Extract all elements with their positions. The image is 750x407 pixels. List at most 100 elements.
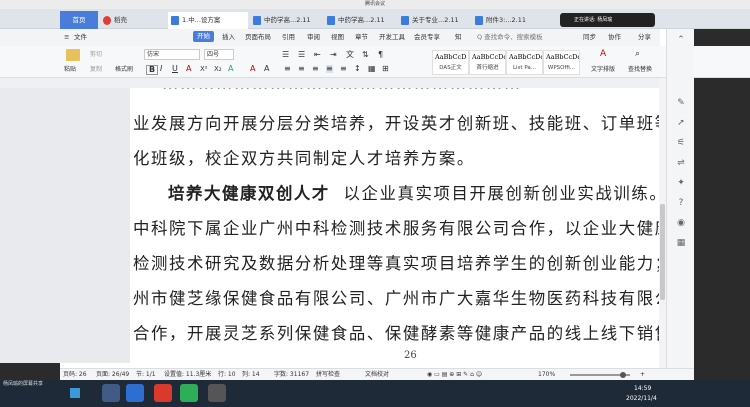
meeting-title-bar: 腾讯会议 [0, 0, 750, 9]
doc-check-button[interactable]: 文档校对 [365, 371, 389, 379]
find-replace-button[interactable]: 查找替换 [628, 66, 652, 74]
format-painter-button[interactable]: 格式刷 [115, 66, 133, 74]
doc-line: 州市健芝缘保健食品有限公司、广州市广大嘉华生物医药科技有限公 [133, 289, 659, 308]
grid-icon[interactable]: ▦ [674, 236, 688, 250]
align-right-icon[interactable]: ≡ [312, 65, 319, 73]
bullet-list-icon[interactable]: ☰ [282, 51, 289, 59]
windows-start-icon[interactable] [70, 388, 80, 398]
paste-button[interactable]: 粘贴 [64, 66, 76, 74]
tab-home[interactable]: 首页 [60, 11, 98, 29]
clock-date: 2022/11/4 [626, 395, 657, 402]
taskbar-app-icon[interactable] [102, 384, 120, 402]
share-icon[interactable]: ✦ [674, 176, 688, 190]
style-list-paragraph[interactable]: AaBbCcDd List Pa... [506, 50, 543, 75]
tab-doc-4[interactable]: 关于专业...2.11 [398, 12, 470, 29]
sync-button[interactable]: 同步 [583, 32, 596, 43]
tab-document-active[interactable]: 1.中...设方案 [168, 12, 248, 29]
copy-button[interactable]: 复制 [90, 66, 102, 74]
doc-line-with-heading: 培养大健康双创人才 以企业真实项目开展创新创业实战训练。如 [168, 180, 659, 204]
paste-icon[interactable] [66, 49, 80, 61]
hamburger-icon[interactable]: ≡ [64, 32, 69, 43]
status-pages[interactable]: 页面: 26/49 [96, 371, 129, 379]
tab-doc-2[interactable]: 中药学高...2.11 [250, 12, 322, 29]
tab-doc-3[interactable]: 中药学高...2.11 [324, 12, 396, 29]
tab-insert[interactable]: 插入 [222, 32, 235, 43]
status-page-num: 页码: 26 [63, 371, 87, 378]
tab-developer[interactable]: 开发工具 [379, 32, 405, 43]
border-icon[interactable]: ⊞ [382, 65, 389, 73]
underline-button[interactable]: U [172, 65, 178, 73]
settings-slider-icon[interactable]: ⚟ [674, 136, 688, 150]
taskbar-meeting-icon[interactable] [126, 384, 144, 402]
text-color-icon[interactable]: A [250, 65, 255, 73]
adjust-icon[interactable]: ⇌ [674, 156, 688, 170]
tab-doc-4-label: 关于专业...2.11 [412, 16, 459, 24]
cursor-icon[interactable]: ➚ [674, 116, 688, 130]
collab-button[interactable]: 协作 [608, 32, 621, 43]
shading-icon[interactable]: ▦ [368, 65, 376, 73]
tab-daoke[interactable]: 稻壳 [100, 12, 165, 29]
status-word-count[interactable]: 字数: 31167 [274, 371, 309, 379]
align-center-icon[interactable]: ≡ [298, 65, 305, 73]
font-size-select[interactable]: 四号 [204, 49, 234, 60]
writer-doc-icon [253, 16, 261, 25]
style-name: WPSOffi... [547, 65, 576, 71]
text-layout-button[interactable]: 文字排版 [591, 66, 615, 74]
highlight-icon[interactable]: A [228, 65, 233, 73]
pen-icon[interactable]: ✎ [674, 96, 688, 110]
font-name-select[interactable]: 仿宋 [144, 49, 200, 60]
style-wps-office[interactable]: AaBbCcDd WPSOffi... [543, 50, 580, 75]
style-sample: AaBbCcDd [472, 53, 505, 61]
collapse-icon[interactable]: ⌃ [674, 33, 688, 47]
tab-doc-5[interactable]: 附件3:...2.11 [472, 12, 544, 29]
indent-decrease-icon[interactable]: ⇤ [314, 51, 321, 59]
taskbar-settings-icon[interactable] [208, 384, 226, 402]
taskbar-wechat-icon[interactable] [180, 384, 198, 402]
tab-review[interactable]: 审阅 [307, 32, 320, 43]
spell-check-button[interactable]: 拼写检查 [316, 371, 340, 379]
indent-increase-icon[interactable]: ⇥ [330, 51, 337, 59]
style-name: DAS正文 [439, 65, 462, 71]
zoom-in-icon[interactable]: + [640, 371, 645, 379]
sort-icon[interactable]: ⇅ [362, 51, 369, 59]
tab-home-ribbon[interactable]: 开始 [193, 31, 214, 42]
style-das-body[interactable]: AaBbCcD DAS正文 [432, 50, 469, 75]
tab-chapter[interactable]: 章节 [355, 32, 368, 43]
tab-page-layout[interactable]: 页面布局 [245, 32, 271, 43]
cut-button[interactable]: 剪切 [90, 51, 102, 59]
show-marks-icon[interactable]: ¶ [378, 51, 383, 59]
view-mode-icons[interactable]: ◉ ▭ ▤ ⊕ ⊞ ✎ ⌂ ☺ [427, 371, 482, 379]
align-left-icon[interactable]: ≡ [284, 65, 291, 73]
style-first-indent[interactable]: AaBbCcDd 首行缩进 [469, 50, 506, 75]
taskbar-wps-icon[interactable] [154, 384, 172, 402]
subscript-icon[interactable]: X₂ [214, 65, 222, 73]
italic-button[interactable]: I [160, 65, 162, 73]
tab-member[interactable]: 会员专享 [414, 32, 440, 43]
command-search[interactable]: Q 查找命令、搜索模板 [477, 32, 543, 43]
tab-document-active-label: 1.中...设方案 [182, 16, 221, 24]
distribute-icon[interactable]: ≡ [340, 65, 347, 73]
bold-button[interactable]: B [146, 65, 159, 75]
chinese-layout-icon[interactable]: 文 [346, 51, 354, 59]
numbered-list-icon[interactable]: ☰ [298, 51, 305, 59]
document-page[interactable]: …………………………………………………… 业发展方向开展分层分类培养，开设英才创… [130, 88, 659, 363]
char-border-icon[interactable]: A [264, 65, 269, 73]
doc-line: 检测技术研究及数据分析处理等真实项目培养学生的创新创业能力； [133, 254, 659, 273]
superscript-icon[interactable]: X² [200, 65, 208, 73]
line-spacing-icon[interactable]: ↕ [354, 65, 361, 73]
justify-icon[interactable]: ≡ [326, 65, 333, 73]
help-icon[interactable]: ? [674, 196, 688, 210]
document-canvas: …………………………………………………… 业发展方向开展分层分类培养，开设英才创… [0, 88, 659, 363]
zoom-value[interactable]: 170% [538, 371, 555, 379]
font-color-button[interactable]: A [186, 65, 191, 73]
location-icon[interactable]: ◉ [674, 216, 688, 230]
zoom-slider-handle[interactable] [620, 372, 626, 378]
doc-line: 业发展方向开展分层分类培养，开设英才创新班、技能班、订单班等 [133, 114, 659, 133]
share-button[interactable]: 分享 [638, 32, 651, 43]
scrollbar-thumb[interactable] [660, 204, 665, 300]
tab-file[interactable]: 文件 [74, 32, 87, 43]
tab-view[interactable]: 视图 [331, 32, 344, 43]
tab-references[interactable]: 引用 [282, 32, 295, 43]
windows-taskbar: 杨凤瑜的屏幕共享 14:59 2022/11/4 [0, 380, 750, 407]
tab-more[interactable]: 知 [455, 32, 462, 43]
